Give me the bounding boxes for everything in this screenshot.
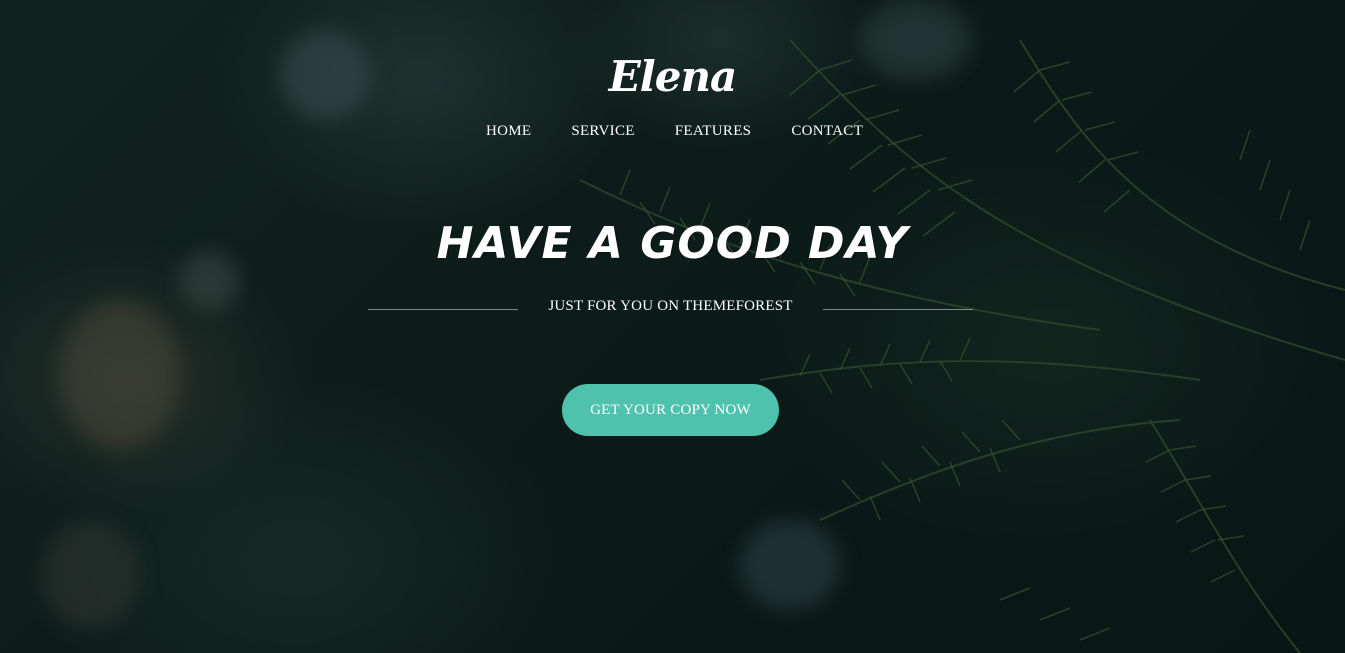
nav-item-home[interactable]: HOME	[486, 123, 531, 140]
get-copy-button[interactable]: GET YOUR COPY NOW	[562, 384, 779, 436]
hero-section: Elena HOME SERVICE FEATURES CONTACT HAVE…	[0, 0, 1345, 653]
nav-item-service[interactable]: SERVICE	[571, 123, 634, 140]
right-divider	[822, 309, 973, 310]
subheadline-row: JUST FOR YOU ON THEMEFOREST	[368, 298, 973, 315]
nav-item-features[interactable]: FEATURES	[675, 123, 752, 140]
hero-headline: HAVE A GOOD DAY	[436, 218, 909, 269]
hero-content: Elena HOME SERVICE FEATURES CONTACT HAVE…	[0, 0, 1345, 653]
hero-subheadline: JUST FOR YOU ON THEMEFOREST	[548, 298, 793, 314]
main-nav: HOME SERVICE FEATURES CONTACT	[0, 123, 1345, 140]
site-logo[interactable]: Elena	[0, 52, 1345, 101]
left-divider	[368, 309, 518, 310]
nav-item-contact[interactable]: CONTACT	[791, 123, 863, 140]
